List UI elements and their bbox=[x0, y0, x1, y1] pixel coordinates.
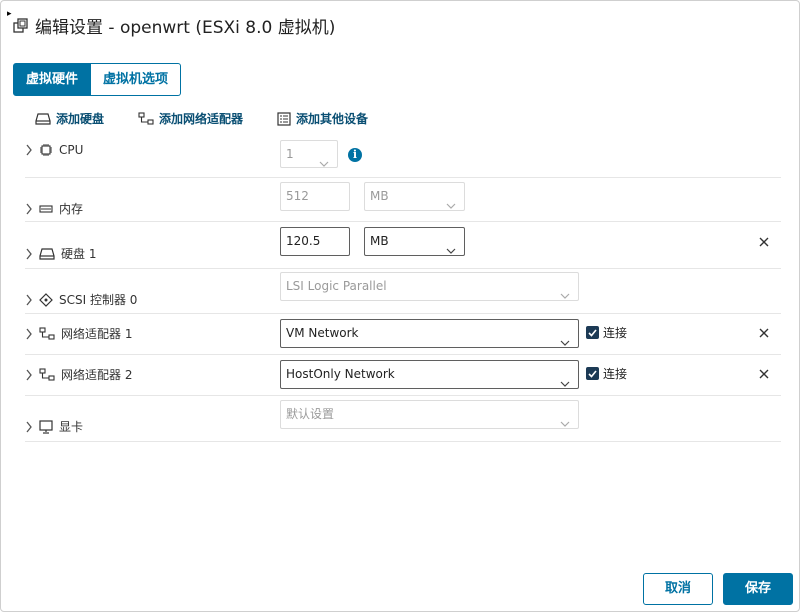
scsi-label: SCSI 控制器 0 bbox=[59, 293, 138, 307]
disk-icon bbox=[35, 112, 51, 126]
memory-unit-value: MB bbox=[370, 189, 389, 203]
cpu-count-select[interactable]: 1 bbox=[280, 140, 338, 168]
memory-icon bbox=[39, 203, 53, 215]
disk-size-input[interactable]: 120.5 bbox=[280, 227, 350, 256]
video-settings-value: 默认设置 bbox=[286, 407, 335, 421]
add-network-adapter-button[interactable]: 添加网络适配器 bbox=[138, 110, 243, 127]
chevron-down-icon bbox=[560, 370, 570, 397]
nic2-row-head: 网络适配器 2 bbox=[25, 366, 132, 383]
nic1-connect-checkbox[interactable]: 连接 bbox=[586, 324, 627, 341]
chevron-down-icon bbox=[319, 150, 329, 177]
chevron-down-icon bbox=[560, 329, 570, 356]
scsi-type-select[interactable]: LSI Logic Parallel bbox=[280, 272, 579, 301]
disk-size-value: 120.5 bbox=[286, 234, 321, 248]
video-row-head: 显卡 bbox=[25, 418, 83, 435]
memory-size-input[interactable]: 512 bbox=[280, 182, 350, 211]
expand-chevron-icon[interactable] bbox=[25, 328, 33, 340]
cpu-label: CPU bbox=[59, 143, 84, 157]
chevron-down-icon bbox=[446, 237, 456, 264]
chevron-down-icon bbox=[446, 192, 456, 219]
hardware-row-nic2: 网络适配器 2 HostOnly Network 连接 bbox=[25, 354, 781, 396]
hardware-row-cpu: CPU 1 i bbox=[25, 139, 781, 178]
network-adapter-icon bbox=[39, 367, 55, 382]
vm-icon bbox=[13, 17, 29, 34]
scsi-controller-icon bbox=[39, 292, 53, 307]
scsi-type-value: LSI Logic Parallel bbox=[286, 279, 387, 293]
expand-chevron-icon[interactable] bbox=[25, 421, 33, 433]
dialog-title: 编辑设置 - openwrt (ESXi 8.0 虚拟机) bbox=[13, 13, 335, 38]
memory-unit-select[interactable]: MB bbox=[364, 182, 465, 211]
edit-settings-dialog: ▸ 编辑设置 - openwrt (ESXi 8.0 虚拟机) 虚拟硬件 虚拟机… bbox=[0, 0, 800, 612]
add-other-device-label: 添加其他设备 bbox=[296, 112, 369, 126]
cpu-count-value: 1 bbox=[286, 147, 294, 161]
add-disk-button[interactable]: 添加硬盘 bbox=[35, 110, 104, 127]
memory-label: 内存 bbox=[59, 202, 84, 216]
chevron-down-icon bbox=[560, 410, 570, 437]
nic1-network-value: VM Network bbox=[286, 326, 359, 340]
cancel-button[interactable]: 取消 bbox=[643, 573, 713, 605]
add-device-toolbar: 添加硬盘 添加网络适配器 添加其他设备 bbox=[35, 110, 402, 127]
disk-unit-value: MB bbox=[370, 234, 389, 248]
expand-chevron-icon[interactable] bbox=[25, 248, 33, 260]
expand-chevron-icon[interactable] bbox=[25, 144, 33, 156]
corner-mark: ▸ bbox=[7, 9, 12, 19]
info-icon[interactable]: i bbox=[348, 148, 362, 162]
cpu-row-head: CPU bbox=[25, 143, 83, 157]
remove-nic2-button[interactable] bbox=[759, 369, 769, 379]
nic2-network-select[interactable]: HostOnly Network bbox=[280, 360, 579, 389]
disk-icon bbox=[39, 247, 55, 261]
remove-disk-button[interactable] bbox=[759, 237, 769, 247]
network-adapter-icon bbox=[138, 111, 154, 126]
memory-row-head: 内存 bbox=[25, 200, 83, 217]
video-label: 显卡 bbox=[59, 420, 84, 434]
remove-nic1-button[interactable] bbox=[759, 328, 769, 338]
cpu-icon bbox=[39, 143, 53, 157]
disk-row-head: 硬盘 1 bbox=[25, 245, 96, 262]
nic1-network-select[interactable]: VM Network bbox=[280, 319, 579, 348]
hardware-row-nic1: 网络适配器 1 VM Network 连接 bbox=[25, 313, 781, 355]
tab-bar: 虚拟硬件 虚拟机选项 bbox=[13, 63, 182, 96]
nic2-label: 网络适配器 2 bbox=[61, 368, 133, 382]
network-adapter-icon bbox=[39, 326, 55, 341]
device-list-icon bbox=[277, 111, 291, 126]
expand-chevron-icon[interactable] bbox=[25, 203, 33, 215]
hardware-row-video: 显卡 默认设置 bbox=[25, 395, 781, 442]
nic1-label: 网络适配器 1 bbox=[61, 327, 133, 341]
add-network-adapter-label: 添加网络适配器 bbox=[159, 112, 244, 126]
hardware-row-scsi: SCSI 控制器 0 LSI Logic Parallel bbox=[25, 268, 781, 314]
add-other-device-button[interactable]: 添加其他设备 bbox=[277, 110, 368, 127]
dialog-title-text: 编辑设置 - openwrt (ESXi 8.0 虚拟机) bbox=[35, 18, 336, 38]
scsi-row-head: SCSI 控制器 0 bbox=[25, 291, 137, 308]
monitor-icon bbox=[39, 419, 53, 434]
nic1-connect-label: 连接 bbox=[603, 326, 628, 340]
checkmark-icon bbox=[586, 326, 599, 339]
memory-size-value: 512 bbox=[286, 189, 309, 203]
disk-unit-select[interactable]: MB bbox=[364, 227, 465, 256]
tab-virtual-hardware[interactable]: 虚拟硬件 bbox=[13, 63, 92, 96]
add-disk-label: 添加硬盘 bbox=[56, 112, 105, 126]
expand-chevron-icon[interactable] bbox=[25, 369, 33, 381]
save-button[interactable]: 保存 bbox=[723, 573, 793, 605]
nic2-connect-label: 连接 bbox=[603, 367, 628, 381]
nic1-row-head: 网络适配器 1 bbox=[25, 325, 132, 342]
nic2-network-value: HostOnly Network bbox=[286, 367, 395, 381]
disk-label: 硬盘 1 bbox=[61, 247, 97, 261]
video-settings-select[interactable]: 默认设置 bbox=[280, 400, 579, 429]
checkmark-icon bbox=[586, 367, 599, 380]
tab-vm-options[interactable]: 虚拟机选项 bbox=[91, 63, 182, 96]
hardware-row-memory: 内存 512 MB bbox=[25, 177, 781, 222]
hardware-row-disk: 硬盘 1 120.5 MB bbox=[25, 221, 781, 269]
nic2-connect-checkbox[interactable]: 连接 bbox=[586, 365, 627, 382]
chevron-down-icon bbox=[560, 282, 570, 309]
expand-chevron-icon[interactable] bbox=[25, 294, 33, 306]
